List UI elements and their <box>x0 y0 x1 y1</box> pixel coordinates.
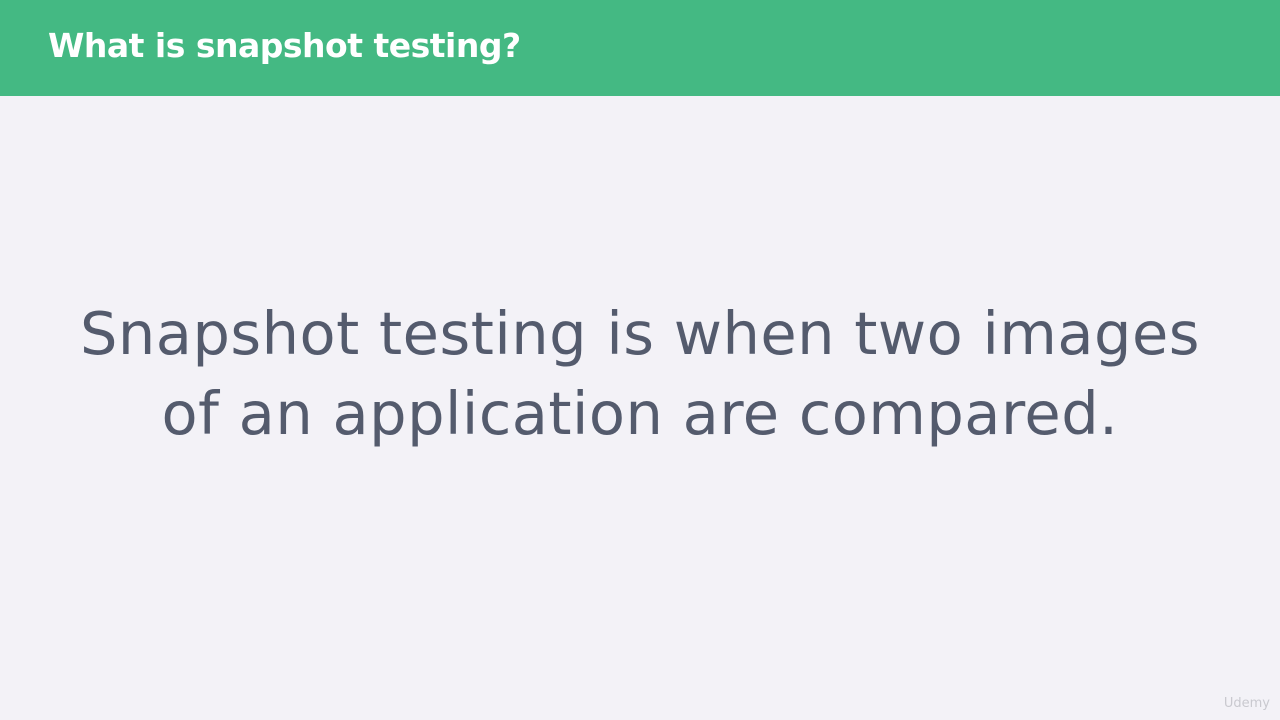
slide-statement-line-1: Snapshot testing is when two images <box>79 299 1201 368</box>
slide-statement: Snapshot testing is when two images of a… <box>40 294 1240 454</box>
udemy-watermark-logo: Udemy <box>1223 696 1270 711</box>
slide-header-bar: What is snapshot testing? <box>0 0 1280 96</box>
slide-statement-line-2: of an application are compared. <box>161 379 1119 448</box>
slide-title: What is snapshot testing? <box>48 26 521 65</box>
